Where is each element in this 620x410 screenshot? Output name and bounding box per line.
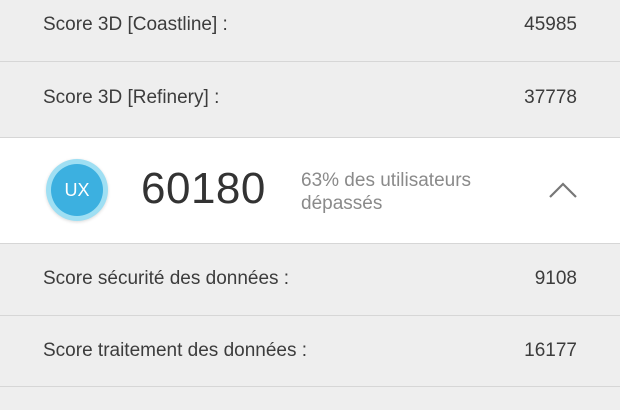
score-label: Score 3D [Coastline] :: [43, 14, 228, 35]
ux-badge-label: UX: [51, 164, 103, 216]
score-value: 45985: [524, 14, 577, 35]
ux-total-score: 60180: [141, 164, 266, 213]
ux-score-panel[interactable]: UX 60180 63% des utilisateurs dépassés: [0, 138, 620, 244]
score-label: Score sécurité des données :: [43, 268, 290, 289]
ux-badge: UX: [46, 159, 108, 221]
score-value: 16177: [524, 340, 577, 361]
score-row-processing: Score traitement des données : 16177: [0, 316, 620, 387]
score-value: 37778: [524, 87, 577, 108]
score-row-coastline: Score 3D [Coastline] : 45985: [0, 0, 620, 62]
score-label: Score 3D [Refinery] :: [43, 87, 220, 108]
collapse-button[interactable]: [546, 178, 580, 202]
chevron-up-icon: [549, 182, 577, 198]
ux-percent-text: 63% des utilisateurs dépassés: [301, 170, 472, 214]
score-label: Score traitement des données :: [43, 340, 308, 361]
score-value: 9108: [534, 268, 577, 289]
score-row-refinery: Score 3D [Refinery] : 37778: [0, 62, 620, 138]
score-row-security: Score sécurité des données : 9108: [0, 244, 620, 316]
score-row-next: [0, 387, 620, 410]
